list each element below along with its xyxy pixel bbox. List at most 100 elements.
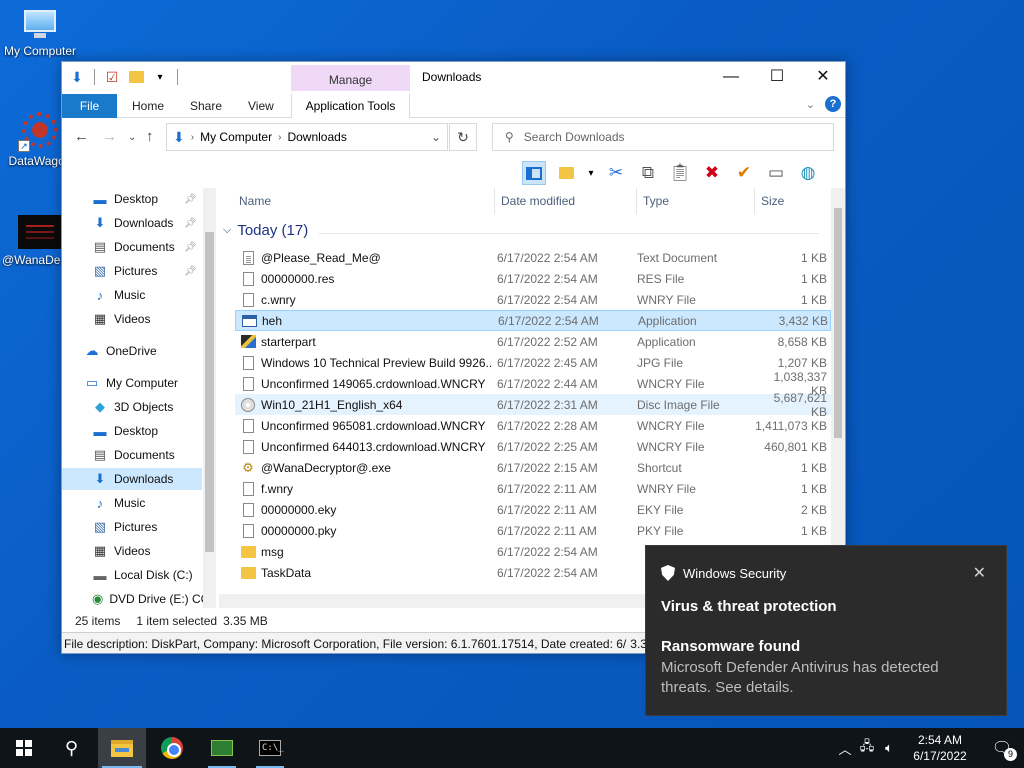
folder-options-icon[interactable] (554, 161, 578, 185)
start-button[interactable] (0, 728, 48, 768)
close-button[interactable]: ✕ (800, 62, 845, 92)
cut-icon[interactable]: ✂ (604, 161, 628, 185)
file-row[interactable]: @Please_Read_Me@ 6/17/2022 2:54 AM Text Do… (235, 247, 831, 268)
network-icon[interactable]: 🖧︎ (856, 737, 878, 759)
file-row[interactable]: Unconfirmed 965081.crdownload.WNCRY 6/17/… (235, 415, 831, 436)
tab-application-tools[interactable]: Application Tools (291, 94, 410, 118)
sidebar-item-dvd-drive-e-cccoma-x64fre[interactable]: ◉ DVD Drive (E:) CCCOMA_X64FRE (62, 588, 216, 608)
refresh-button[interactable]: ↻ (449, 123, 477, 151)
clock[interactable]: 2:54 AM 6/17/2022 (900, 732, 980, 764)
sidebar-item-music[interactable]: ♪ Music (62, 284, 202, 306)
file-size: 3,432 KB (778, 313, 828, 328)
properties-icon[interactable]: ☑ (103, 68, 121, 86)
sidebar-item-desktop[interactable]: ▬ Desktop 📌︎ (62, 188, 202, 210)
desktop-icon-my-computer[interactable]: My Computer (2, 10, 78, 58)
column-header-date[interactable]: Date modified (495, 188, 637, 214)
sidebar-item-pictures[interactable]: ▧ Pictures 📌︎ (62, 260, 202, 282)
action-center-button[interactable]: 🗨︎ 9 (980, 728, 1024, 768)
column-header-size[interactable]: Size (755, 188, 835, 214)
pin-icon[interactable]: 📌︎ (184, 218, 197, 229)
file-row[interactable]: heh 6/17/2022 2:54 AM Application 3,432 KB (235, 310, 831, 331)
download-arrow-icon[interactable]: ⬇ (68, 68, 86, 86)
volume-icon[interactable]: 🔈︎ (878, 740, 900, 756)
navigation-pane-scrollbar[interactable] (203, 188, 216, 608)
application-icon (240, 313, 258, 329)
file-row[interactable]: f.wnry 6/17/2022 2:11 AM WNRY File 1 KB (235, 478, 831, 499)
up-button[interactable]: ↑ (146, 128, 154, 145)
file-row[interactable]: 00000000.pky 6/17/2022 2:11 AM PKY File 1 K… (235, 520, 831, 541)
delete-icon[interactable]: ✖ (700, 161, 724, 185)
group-header-today[interactable]: ⌵ Today (17) (223, 222, 308, 239)
taskbar-wanadecryptor[interactable] (198, 728, 246, 768)
taskbar-chrome[interactable] (148, 728, 196, 768)
sidebar-item-local-disk-c[interactable]: ▬ Local Disk (C:) (62, 564, 202, 586)
tab-home[interactable]: Home (132, 94, 164, 118)
pin-icon[interactable]: 📌︎ (184, 242, 197, 253)
recent-locations-button[interactable]: ⌄ (128, 132, 136, 143)
address-bar[interactable]: ⬇ › My Computer › Downloads ⌄ (166, 123, 448, 151)
security-toast[interactable]: Windows Security ✕ Virus & threat protec… (645, 545, 1007, 716)
file-row[interactable]: 00000000.eky 6/17/2022 2:11 AM EKY File 2 K… (235, 499, 831, 520)
column-header-type[interactable]: Type (637, 188, 755, 214)
file-row[interactable]: ⚙ @WanaDecryptor@.exe 6/17/2022 2:15 AM Sho… (235, 457, 831, 478)
sidebar-item-documents[interactable]: ▤ Documents 📌︎ (62, 236, 202, 258)
sidebar-item-downloads[interactable]: ⬇ Downloads 📌︎ (62, 212, 202, 234)
help-icon[interactable]: ? (825, 96, 841, 112)
sidebar-item-videos[interactable]: ▦ Videos (62, 540, 202, 562)
checkmark-icon[interactable]: ✔ (732, 161, 756, 185)
sidebar-item-pictures[interactable]: ▧ Pictures (62, 516, 202, 538)
forward-button[interactable]: → (102, 128, 117, 145)
dropdown-icon[interactable]: ▾ (586, 161, 596, 185)
new-folder-icon[interactable] (127, 68, 145, 86)
file-name: c.wnry (261, 292, 296, 307)
chevron-up-icon[interactable]: ︿ (834, 739, 856, 758)
search-input[interactable]: Search Downloads (524, 130, 625, 144)
custom-toolbar: ▾ ✂ ⧉ 📋︎ ✖ ✔ ▭ ◍ (522, 158, 820, 188)
rename-icon[interactable]: ▭ (764, 161, 788, 185)
search-button[interactable]: ⚲ (48, 728, 96, 768)
sidebar-item-my-computer[interactable]: ▭ My Computer (62, 372, 202, 394)
file-row[interactable]: Win10_21H1_English_x64 6/17/2022 2:31 AM D… (235, 391, 831, 419)
sidebar-item-desktop[interactable]: ▬ Desktop (62, 420, 202, 442)
file-row[interactable]: starterpart 6/17/2022 2:52 AM Application 8… (235, 331, 831, 352)
file-row[interactable]: Windows 10 Technical Preview Build 9926.… (235, 352, 831, 373)
taskbar-file-explorer[interactable] (98, 728, 146, 768)
file-row[interactable]: 00000000.res 6/17/2022 2:54 AM RES File 1 K… (235, 268, 831, 289)
breadcrumb-root[interactable]: My Computer (200, 130, 272, 144)
file-list-scrollbar[interactable] (831, 188, 845, 594)
preview-pane-icon[interactable] (522, 161, 546, 185)
tab-view[interactable]: View (248, 94, 274, 118)
customize-qat-icon[interactable]: ▾ (151, 68, 169, 86)
sidebar-item-downloads[interactable]: ⬇ Downloads (62, 468, 202, 490)
globe-icon[interactable]: ◍ (796, 161, 820, 185)
maximize-button[interactable]: ☐ (754, 62, 800, 92)
back-button[interactable]: ← (74, 128, 89, 145)
tab-file[interactable]: File (62, 94, 117, 118)
file-icon (239, 418, 257, 434)
sidebar-item-videos[interactable]: ▦ Videos (62, 308, 202, 330)
file-row[interactable]: Unconfirmed 644013.crdownload.WNCRY 6/17/… (235, 436, 831, 457)
file-row[interactable]: c.wnry 6/17/2022 2:54 AM WNRY File 1 KB (235, 289, 831, 310)
breadcrumb-current[interactable]: Downloads (287, 130, 346, 144)
column-header-name[interactable]: Name (233, 188, 495, 214)
sidebar-item-documents[interactable]: ▤ Documents (62, 444, 202, 466)
minimize-button[interactable]: — (708, 62, 754, 92)
copy-icon[interactable]: ⧉ (636, 161, 660, 185)
toast-body[interactable]: Microsoft Defender Antivirus has detecte… (661, 658, 981, 698)
search-box[interactable]: ⚲ Search Downloads (492, 123, 834, 151)
address-dropdown-icon[interactable]: ⌄ (431, 130, 441, 144)
chevron-right-icon[interactable]: › (191, 132, 194, 143)
tab-share[interactable]: Share (190, 94, 222, 118)
paste-icon[interactable]: 📋︎ (668, 161, 692, 185)
sidebar-item-music[interactable]: ♪ Music (62, 492, 202, 514)
expand-ribbon-icon[interactable]: ⌄ (806, 98, 815, 111)
pin-icon[interactable]: 📌︎ (184, 266, 197, 277)
taskbar-command-prompt[interactable]: C:\_ (246, 728, 294, 768)
pin-icon[interactable]: 📌︎ (184, 194, 197, 205)
sidebar-item-onedrive[interactable]: ☁ OneDrive (62, 340, 202, 362)
manage-contextual-tab[interactable]: Manage (291, 65, 410, 91)
sidebar-item-3d-objects[interactable]: ◆ 3D Objects (62, 396, 202, 418)
file-row[interactable]: Unconfirmed 149065.crdownload.WNCRY 6/17/… (235, 370, 831, 398)
toast-close-button[interactable]: ✕ (973, 563, 986, 583)
chevron-right-icon[interactable]: › (278, 132, 281, 143)
